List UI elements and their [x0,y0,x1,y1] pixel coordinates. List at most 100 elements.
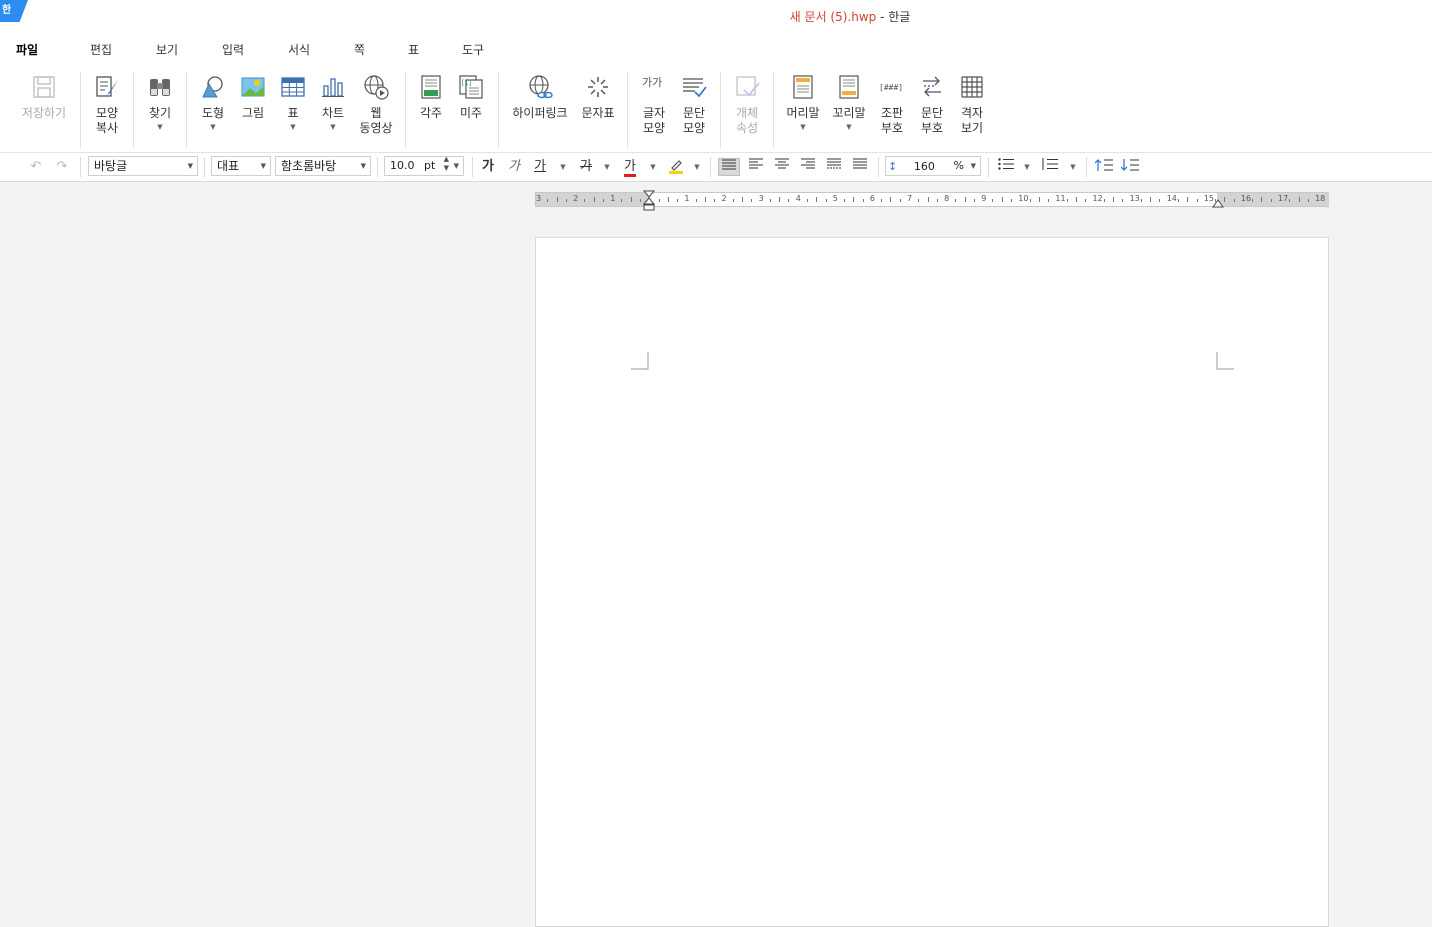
save-button[interactable]: 저장하기 [18,74,70,121]
decrease-level-icon [1120,159,1139,171]
font-color-label: 가 [624,159,636,174]
chevron-down-icon[interactable]: ▼ [558,158,568,176]
save-label: 저장하기 [21,106,67,120]
web-video-label-2: 동영상 [359,121,393,135]
char-shape-label-2: 모양 [642,121,666,135]
symbols-button[interactable]: 문자표 [578,74,618,121]
chevron-down-icon[interactable]: ▼ [276,123,310,131]
ruler-tick [1075,197,1077,202]
font-value: 함초롬바탕 [281,159,337,173]
menu-format[interactable]: 서식 [288,41,310,58]
chevron-down-icon[interactable]: ▼ [692,158,702,176]
shapes-icon [202,76,223,98]
underline-button[interactable]: 가 [530,158,550,176]
table-button[interactable]: 표 ▼ [276,74,310,131]
divide-button[interactable] [850,158,870,176]
chevron-down-icon[interactable]: ▼ [648,158,658,176]
grid-view-button[interactable]: 격자 보기 [954,74,990,136]
align-center-button[interactable] [772,158,792,176]
chevron-down-icon[interactable]: ▼ [143,123,177,131]
line-spacing-input[interactable]: ↕ 160 % ▼ [885,156,981,176]
footer-label: 꼬리말 [832,106,866,120]
ruler-tick [658,199,660,202]
compose-mark-button[interactable]: [###] 조판 부호 [874,74,910,136]
align-left-button[interactable] [746,158,766,176]
ruler-tick [630,197,632,202]
bold-button[interactable]: 가 [478,158,498,176]
ruler-number: 9 [981,194,987,203]
chevron-down-icon[interactable]: ▼ [828,123,870,131]
chevron-down-icon[interactable]: ▼ [316,123,350,131]
paragraph-mark-label-2: 부호 [920,121,944,135]
language-select[interactable]: 대표 ▼ [211,156,271,176]
object-properties-label-1: 개체 [735,106,759,120]
style-select[interactable]: 바탕글 ▼ [88,156,198,176]
format-copy-button[interactable]: 모양 복사 [88,74,126,136]
font-size-input[interactable]: 10.0 pt ▲ ▼ ▼ [384,155,464,176]
indent-marker-icon[interactable] [642,190,656,212]
ruler-number: 5 [832,194,838,203]
bullet-list-button[interactable] [996,158,1016,176]
symbol-icon [588,77,608,97]
find-button[interactable]: 찾기 ▼ [143,74,177,131]
menu-table[interactable]: 표 [408,41,419,58]
undo-icon[interactable]: ↶ [26,158,46,176]
paragraph-mark-label-1: 문단 [920,106,944,120]
font-color-button[interactable]: 가 [620,158,640,177]
ruler-tick [556,197,558,202]
picture-button[interactable]: 그림 [236,74,270,121]
ribbon-divider [773,72,774,148]
decrease-level-button[interactable] [1120,158,1140,176]
highlight-button[interactable] [666,158,686,176]
numbered-list-button[interactable] [1040,158,1060,176]
app-name: - 한글 [876,10,911,24]
chevron-down-icon[interactable]: ▼ [602,158,612,176]
menu-file[interactable]: 파일 [16,41,38,58]
shape-button[interactable]: 도형 ▼ [196,74,230,131]
menu-view[interactable]: 보기 [156,41,178,58]
chevron-down-icon[interactable]: ▼ [196,123,230,131]
align-justify-button[interactable] [718,158,740,176]
header-button[interactable]: 머리말 ▼ [782,74,824,131]
ruler-tick [704,197,706,202]
ruler-tick [602,199,604,202]
document-page[interactable] [535,237,1329,927]
redo-icon[interactable]: ↷ [52,158,72,176]
strikethrough-button[interactable]: 가 [576,158,596,176]
format-copy-label-2: 복사 [95,121,119,135]
char-shape-icon: 가가 [642,76,662,89]
menu-edit[interactable]: 편집 [90,41,112,58]
align-right-button[interactable] [798,158,818,176]
paragraph-mark-button[interactable]: 문단 부호 [914,74,950,136]
distribute-button[interactable] [824,158,844,176]
footer-button[interactable]: 꼬리말 ▼ [828,74,870,131]
chevron-down-icon[interactable]: ▼ [1022,158,1032,176]
menu-insert[interactable]: 입력 [222,41,244,58]
grid-view-label-2: 보기 [960,121,984,135]
menu-page[interactable]: 쪽 [354,41,365,58]
document-name: 새 문서 (5).hwp [789,10,877,24]
font-size-spinner[interactable]: ▲ ▼ [444,155,449,173]
horizontal-ruler[interactable]: 3 2 1 1 2 3 4 5 6 7 8 9 10 11 12 13 14 15 16 17 18 [535,190,1329,211]
object-properties-icon [736,76,760,97]
object-properties-button[interactable]: 개체 속성 [730,74,764,136]
chevron-down-icon: ▼ [970,162,976,170]
hyperlink-label: 하이퍼링크 [512,106,568,120]
char-shape-button[interactable]: 가가 글자 모양 [637,74,671,136]
web-video-button[interactable]: 웹 동영상 [356,74,396,136]
increase-level-button[interactable] [1094,158,1114,176]
ruler-tick [890,197,892,202]
toolbar-divider [472,157,473,177]
hyperlink-button[interactable]: 하이퍼링크 [508,74,572,121]
chart-button[interactable]: 차트 ▼ [316,74,350,131]
chevron-down-icon[interactable]: ▼ [1068,158,1078,176]
font-select[interactable]: 함초롬바탕 ▼ [275,156,371,176]
italic-button[interactable]: 가 [504,158,524,176]
menu-tools[interactable]: 도구 [462,41,484,58]
footnote-button[interactable]: 각주 [414,74,448,121]
para-shape-button[interactable]: 문단 모양 [677,74,711,136]
chart-icon [322,78,344,97]
chevron-down-icon[interactable]: ▼ [782,123,824,131]
chevron-down-icon: ▼ [453,162,459,170]
endnote-button[interactable]: [1] 미주 [454,74,488,121]
